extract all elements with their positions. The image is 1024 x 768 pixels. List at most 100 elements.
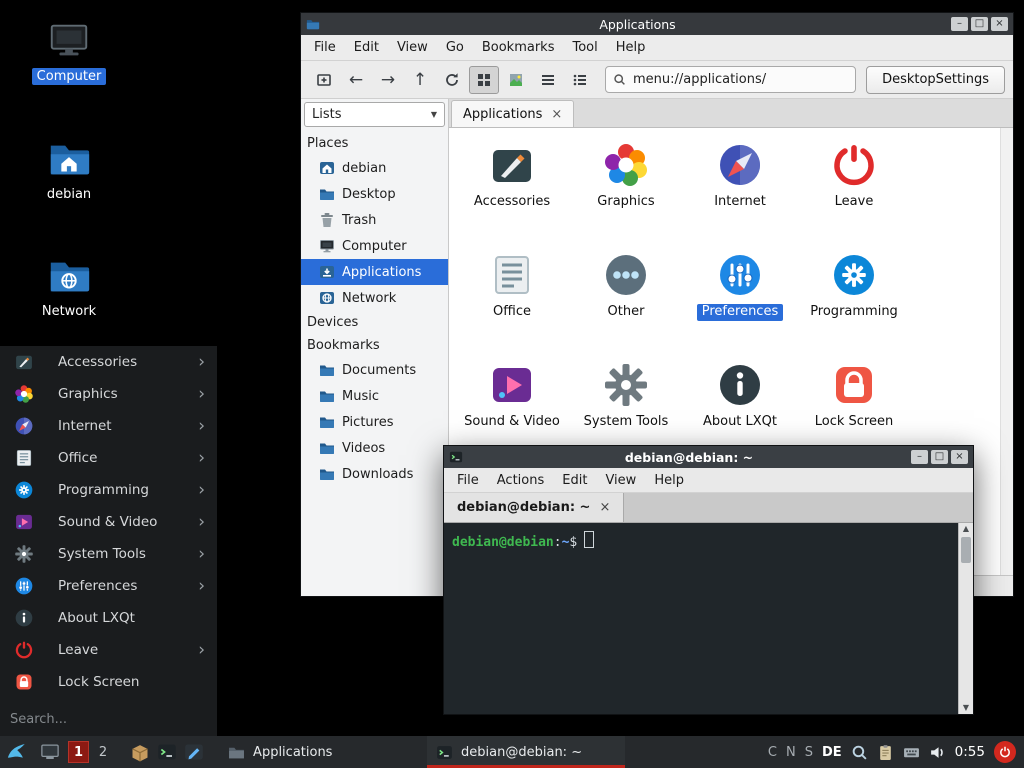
menu-tool[interactable]: Tool: [563, 40, 606, 55]
app-programming[interactable]: Programming: [797, 251, 911, 361]
terminal-tab[interactable]: debian@debian: ~ ×: [444, 493, 624, 522]
show-desktop-button[interactable]: [36, 739, 63, 766]
start-menu-item-programming[interactable]: Programming ›: [0, 474, 217, 506]
quicklaunch-editor-button[interactable]: [180, 739, 207, 766]
start-menu-search-input[interactable]: [8, 708, 209, 730]
menu-view[interactable]: View: [388, 40, 437, 55]
menu-edit[interactable]: Edit: [345, 40, 388, 55]
maximize-button[interactable]: □: [931, 450, 948, 464]
sidebar-item-pictures[interactable]: Pictures: [301, 409, 448, 435]
refresh-button[interactable]: [437, 66, 467, 94]
icon-view-button[interactable]: [469, 66, 499, 94]
app-accessories[interactable]: Accessories: [455, 141, 569, 251]
close-button[interactable]: ×: [951, 450, 968, 464]
forward-button[interactable]: →: [373, 66, 403, 94]
sidebar-item-documents[interactable]: Documents: [301, 357, 448, 383]
fm-titlebar[interactable]: Applications – □ ×: [301, 13, 1013, 35]
terminal-titlebar[interactable]: debian@debian: ~ – □ ×: [444, 446, 973, 468]
start-menu-button[interactable]: [2, 739, 29, 766]
start-menu-item-preferences[interactable]: Preferences ›: [0, 570, 217, 602]
keyboard-tray-button[interactable]: [903, 744, 920, 761]
app-leave[interactable]: Leave: [797, 141, 911, 251]
icon-view-icon: [476, 72, 492, 88]
keyboard-layout-indicator[interactable]: DE: [822, 745, 842, 760]
menu-bookmarks[interactable]: Bookmarks: [473, 40, 564, 55]
start-menu-item-leave[interactable]: Leave ›: [0, 634, 217, 666]
tab-close-icon[interactable]: ×: [551, 107, 562, 122]
sidebar-item-trash[interactable]: Trash: [301, 207, 448, 233]
scrollbar-thumb[interactable]: [961, 537, 971, 563]
app-graphics[interactable]: Graphics: [569, 141, 683, 251]
new-tab-button[interactable]: [309, 66, 339, 94]
back-button[interactable]: ←: [341, 66, 371, 94]
app-other[interactable]: Other: [569, 251, 683, 361]
menu-actions[interactable]: Actions: [488, 473, 554, 488]
terminal-body[interactable]: debian@debian:~$ ▲ ▼: [444, 523, 973, 714]
system-tools-icon: [14, 544, 34, 564]
app-preferences[interactable]: Preferences: [683, 251, 797, 361]
sidebar-item-downloads[interactable]: Downloads: [301, 461, 448, 487]
sidebar-item-debian[interactable]: debian: [301, 155, 448, 181]
up-button[interactable]: ↑: [405, 66, 435, 94]
start-menu-item-lock-screen[interactable]: Lock Screen: [0, 666, 217, 698]
menu-help[interactable]: Help: [607, 40, 655, 55]
menu-go[interactable]: Go: [437, 40, 473, 55]
sidebar-item-desktop[interactable]: Desktop: [301, 181, 448, 207]
start-menu-item-internet[interactable]: Internet ›: [0, 410, 217, 442]
menu-edit[interactable]: Edit: [553, 473, 596, 488]
clipboard-tray-button[interactable]: [877, 744, 894, 761]
detailed-view-button[interactable]: [565, 66, 595, 94]
address-text: menu://applications/: [633, 72, 766, 87]
minimize-button[interactable]: –: [951, 17, 968, 31]
start-menu-item-graphics[interactable]: Graphics ›: [0, 378, 217, 410]
tab-applications[interactable]: Applications ×: [451, 100, 574, 127]
start-menu-item-accessories[interactable]: Accessories ›: [0, 346, 217, 378]
power-button[interactable]: [994, 741, 1016, 763]
scroll-up-icon[interactable]: ▲: [963, 523, 969, 535]
start-menu-item-system-tools[interactable]: System Tools ›: [0, 538, 217, 570]
menu-file[interactable]: File: [305, 40, 345, 55]
tab-close-icon[interactable]: ×: [599, 500, 610, 515]
sidebar-item-applications[interactable]: Applications: [301, 259, 448, 285]
app-office[interactable]: Office: [455, 251, 569, 361]
address-bar[interactable]: menu://applications/: [605, 66, 856, 93]
sidebar-item-music[interactable]: Music: [301, 383, 448, 409]
desktop-icon-network[interactable]: Network: [25, 253, 113, 320]
task-terminal[interactable]: debian@debian: ~: [427, 736, 625, 768]
fm-toolbar: ← → ↑ menu://applications/ DesktopSettin…: [301, 61, 1013, 99]
app-internet[interactable]: Internet: [683, 141, 797, 251]
terminal-scrollbar[interactable]: ▲ ▼: [958, 523, 973, 714]
clock[interactable]: 0:55: [955, 744, 985, 760]
minimize-button[interactable]: –: [911, 450, 928, 464]
menu-file[interactable]: File: [448, 473, 488, 488]
quicklaunch-terminal-button[interactable]: [153, 739, 180, 766]
start-menu-item-about-lxqt[interactable]: About LXQt: [0, 602, 217, 634]
task-applications[interactable]: Applications: [219, 736, 417, 768]
desktop-icon-computer[interactable]: Computer: [25, 18, 113, 85]
sidebar-item-videos[interactable]: Videos: [301, 435, 448, 461]
maximize-button[interactable]: □: [971, 17, 988, 31]
menu-help[interactable]: Help: [645, 473, 693, 488]
quicklaunch-software-button[interactable]: [126, 739, 153, 766]
sidebar-item-computer[interactable]: Computer: [301, 233, 448, 259]
workspace-1-button[interactable]: 1: [68, 741, 89, 763]
menu-view[interactable]: View: [596, 473, 645, 488]
desktop-icon-debian[interactable]: debian: [25, 136, 113, 203]
close-button[interactable]: ×: [991, 17, 1008, 31]
sidebar-item-network[interactable]: Network: [301, 285, 448, 311]
trash-icon: [319, 212, 335, 228]
start-menu-item-sound-video[interactable]: Sound & Video ›: [0, 506, 217, 538]
thumbnail-view-button[interactable]: [501, 66, 531, 94]
desktop-settings-button[interactable]: DesktopSettings: [866, 66, 1005, 94]
devices-header: Devices: [301, 311, 448, 334]
volume-button[interactable]: [929, 744, 946, 761]
screenshot-tray-button[interactable]: [851, 744, 868, 761]
workspace-2-button[interactable]: 2: [91, 741, 115, 763]
start-menu-item-office[interactable]: Office ›: [0, 442, 217, 474]
fm-sidebar: Lists ▼ Places debian Desktop Tr: [301, 99, 449, 596]
fm-tabbar: Applications ×: [449, 99, 1013, 128]
vertical-scrollbar[interactable]: [1000, 128, 1013, 575]
sidebar-mode-dropdown[interactable]: Lists ▼: [304, 102, 445, 127]
scroll-down-icon[interactable]: ▼: [963, 702, 969, 714]
compact-view-button[interactable]: [533, 66, 563, 94]
